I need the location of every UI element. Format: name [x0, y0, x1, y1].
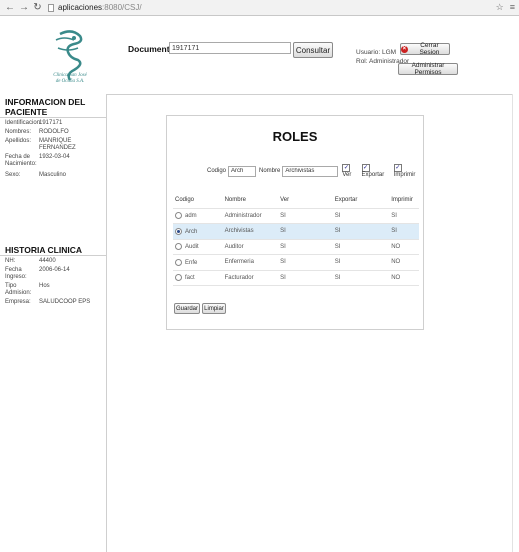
- row-radio[interactable]: [175, 274, 182, 282]
- documento-input[interactable]: [169, 42, 291, 54]
- table-row[interactable]: fact Facturador SI SI NO: [173, 271, 419, 286]
- codigo-input[interactable]: [228, 165, 257, 177]
- row-radio-selected[interactable]: [175, 227, 182, 235]
- menu-icon[interactable]: ≡: [510, 2, 515, 13]
- row-radio[interactable]: [175, 212, 182, 220]
- row-radio[interactable]: [175, 258, 182, 266]
- patient-field: Fecha de Nacimiento: 1932-03-04: [5, 154, 70, 167]
- limpiar-button[interactable]: Limpiar: [202, 303, 226, 314]
- table-row[interactable]: Audit Auditor SI SI NO: [173, 240, 419, 255]
- guardar-button[interactable]: Guardar: [174, 303, 200, 314]
- roles-title: ROLES: [272, 129, 318, 144]
- url-path: :8080/CSJ/: [102, 3, 142, 12]
- sidebar-divider: [106, 94, 107, 552]
- roles-panel: ROLES Codigo Nombre ✓Ver ✓Exportar ✓Impr…: [166, 115, 424, 330]
- check-icon: ✓: [342, 164, 351, 172]
- roles-filters: Codigo Nombre ✓Ver ✓Exportar ✓Imprimir: [207, 164, 423, 178]
- consultar-button[interactable]: Consultar: [293, 42, 333, 58]
- roles-table: Codigo Nombre Ver Exportar Imprimir adm …: [173, 193, 419, 286]
- patient-info-title: INFORMACION DEL PACIENTE: [0, 97, 106, 118]
- app-header: Clinica San José de Ocaña S.A. Documento…: [0, 16, 519, 94]
- cerrar-sesion-button[interactable]: × Cerrar Sesion: [400, 42, 450, 56]
- column-header: Nombre: [224, 197, 246, 204]
- historia-field: Fecha Ingreso: 2006-06-14: [5, 267, 70, 280]
- address-bar[interactable]: aplicaciones:8080/CSJ/: [48, 3, 142, 12]
- ver-checkbox[interactable]: ✓Ver: [342, 164, 359, 178]
- url-host: aplicaciones: [58, 3, 103, 12]
- historia-field: NH: 44400: [5, 258, 56, 264]
- check-icon: ✓: [393, 164, 402, 172]
- column-header: Imprimir: [391, 197, 413, 204]
- historia-clinica-title: HISTORIA CLINICA: [0, 245, 106, 256]
- reload-icon[interactable]: ↻: [33, 2, 42, 13]
- patient-field: Apellidos: MANRIQUE FERNANDEZ: [5, 138, 76, 151]
- table-row-selected[interactable]: Arch Archivistas SI SI SI: [173, 224, 419, 240]
- codigo-label: Codigo: [207, 168, 227, 174]
- header-divider: [106, 94, 513, 95]
- column-header: Exportar: [334, 197, 358, 204]
- table-header: Codigo Nombre Ver Exportar Imprimir: [173, 193, 419, 209]
- content-right-border: [512, 94, 513, 552]
- column-header: Ver: [280, 197, 290, 204]
- nombre-input[interactable]: [282, 165, 339, 177]
- close-icon: ×: [401, 45, 408, 53]
- browser-toolbar: ← → ↻ aplicaciones:8080/CSJ/ ☆ ≡: [0, 0, 519, 16]
- forward-arrow-icon[interactable]: →: [19, 2, 29, 13]
- page-icon: [48, 3, 54, 12]
- column-header: Codigo: [175, 197, 195, 204]
- patient-field: Sexo: Masculino: [5, 172, 67, 178]
- historia-clinica-panel: HISTORIA CLINICA NH: 44400 Fecha Ingreso:…: [0, 245, 106, 306]
- table-row[interactable]: Enfe Enfermeria SI SI NO: [173, 255, 419, 271]
- cerrar-sesion-label: Cerrar Sesion: [419, 42, 440, 56]
- exportar-checkbox[interactable]: ✓Exportar: [361, 164, 392, 178]
- patient-field: Nombres: RODOLFO: [5, 129, 69, 135]
- administrar-permisos-button[interactable]: Administrar Permisos: [398, 62, 458, 76]
- patient-field: Identificacion: 1917171: [5, 120, 63, 126]
- back-arrow-icon[interactable]: ←: [5, 2, 15, 13]
- clinic-logo-text: Clinica San José de Ocaña S.A.: [53, 73, 87, 84]
- patient-info-panel: INFORMACION DEL PACIENTE Identificacion:…: [0, 97, 106, 179]
- historia-field: Tipo Admision: Hos: [5, 283, 50, 296]
- bookmark-star-icon[interactable]: ☆: [496, 2, 504, 13]
- row-radio[interactable]: [175, 243, 182, 251]
- nombre-label: Nombre: [259, 168, 281, 174]
- check-icon: ✓: [361, 164, 370, 172]
- imprimir-checkbox[interactable]: ✓Imprimir: [393, 164, 423, 178]
- historia-field: Empresa: SALUDCOOP EPS: [5, 299, 91, 305]
- table-row[interactable]: adm Administrador SI SI SI: [173, 209, 419, 224]
